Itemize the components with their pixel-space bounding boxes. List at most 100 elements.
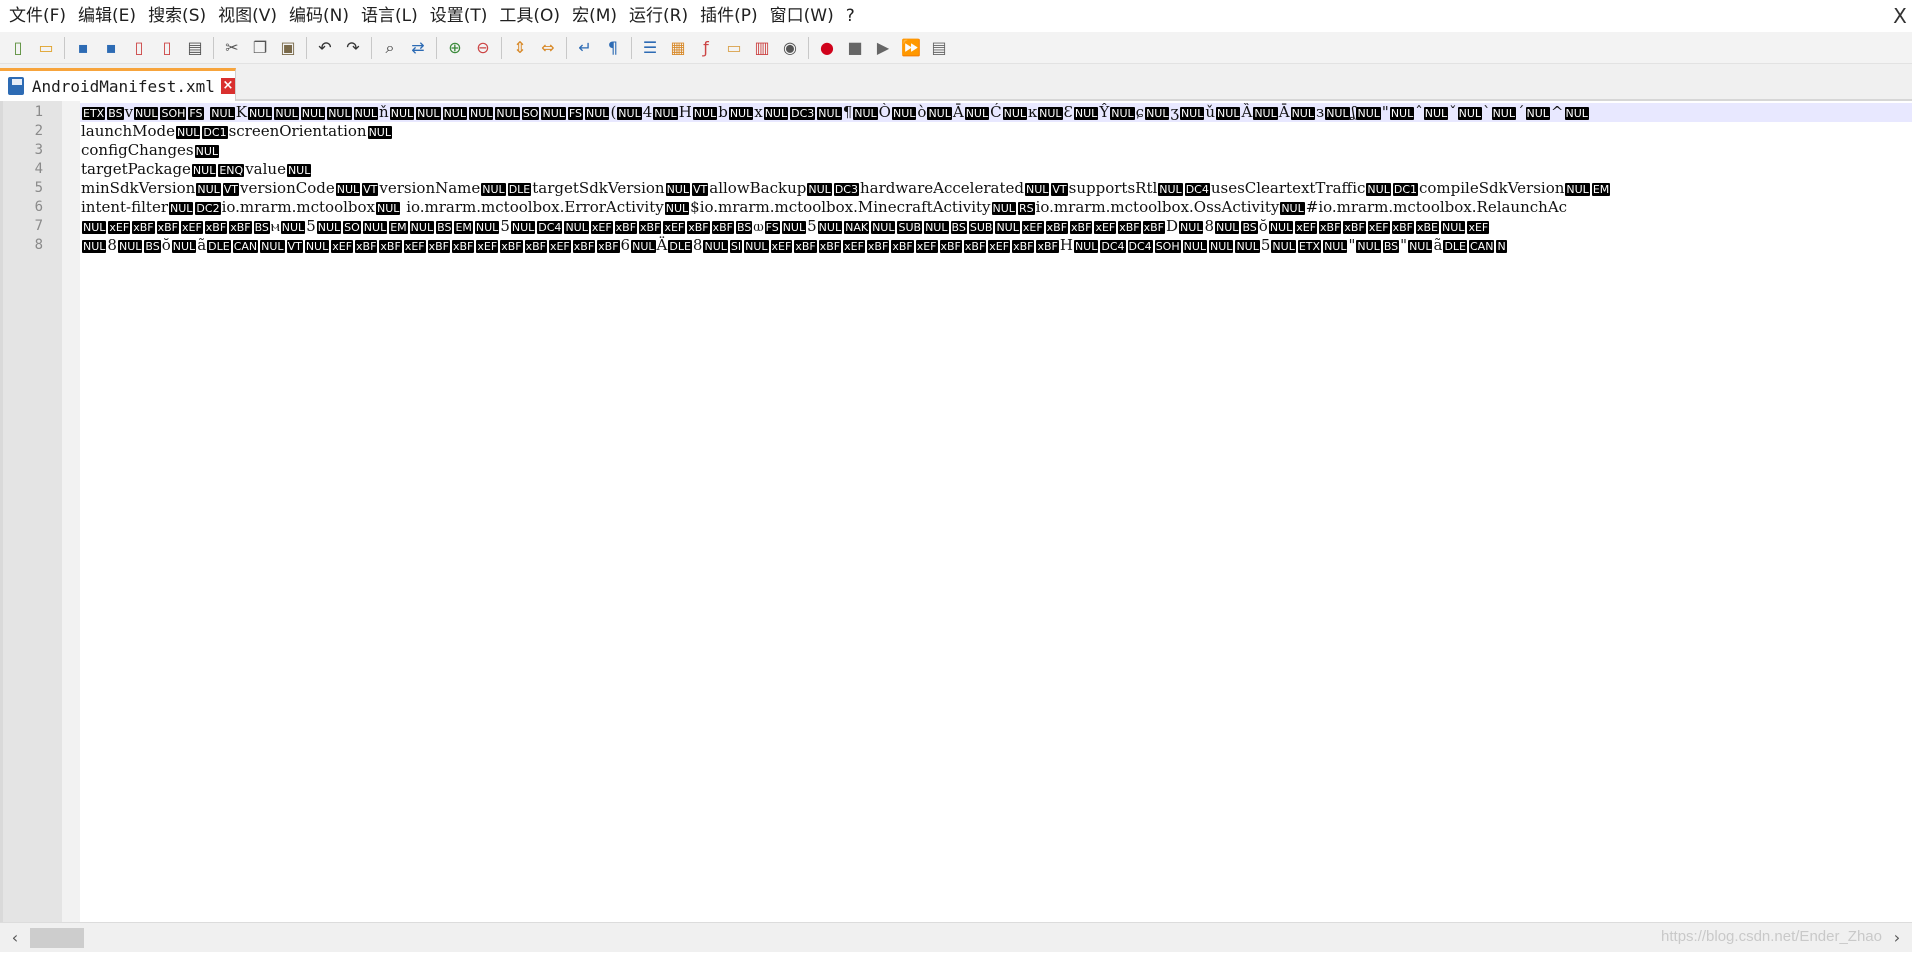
watermark: https://blog.csdn.net/Ender_Zhao [1661, 928, 1882, 945]
macro-record-icon[interactable]: ● [816, 37, 838, 59]
menu-item-8[interactable]: 宏(M) [567, 0, 622, 32]
macro-play-icon[interactable]: ▶ [872, 37, 894, 59]
menu-item-9[interactable]: 运行(R) [624, 0, 693, 32]
open-file-icon[interactable]: ▭ [35, 37, 57, 59]
menu-item-11[interactable]: 窗口(W) [765, 0, 839, 32]
control-char-token: NUL [1038, 107, 1063, 120]
control-char-token: VT [362, 183, 379, 196]
macro-run-multiple-icon[interactable]: ⏩ [900, 37, 922, 59]
code-line[interactable]: NUL xEF xBF xBF xEF xBF xBF BS ⲙ NUL 5 NUL SO NUL EM NU… [81, 217, 1912, 237]
code-line[interactable]: launchMode NUL DC1 screenOrientation NUL [81, 122, 1912, 142]
menu-item-2[interactable]: 搜索(S) [143, 0, 211, 32]
control-char-token: NUL [286, 164, 312, 177]
cut-icon[interactable]: ✂ [221, 37, 243, 59]
control-char-token: NAK [844, 221, 870, 234]
menu-item-5[interactable]: 语言(L) [356, 0, 423, 32]
doc-list-icon[interactable]: ▥ [751, 37, 773, 59]
menu-item-10[interactable]: 插件(P) [695, 0, 763, 32]
close-icon[interactable]: ▯ [128, 37, 150, 59]
line-number: 4 [34, 161, 43, 177]
control-char-token: xBF [818, 240, 842, 253]
code-line[interactable]: minSdkVersion NUL VT versionCode NUL VT versio… [81, 179, 1912, 199]
monitoring-icon[interactable]: ◉ [779, 37, 801, 59]
paste-icon[interactable]: ▣ [277, 37, 299, 59]
control-char-token: BS [1241, 221, 1258, 234]
control-char-token: DC1 [202, 126, 228, 139]
word-wrap-icon[interactable]: ↵ [574, 37, 596, 59]
zoom-in-icon[interactable]: ⊕ [444, 37, 466, 59]
code-line[interactable]: NUL 8 NUL BS ŏ NUL ã DLE CAN NUL VT NUL xEF xBF xBF xEF… [81, 236, 1912, 256]
tab-androidmanifest[interactable]: AndroidManifest.xml × [0, 68, 236, 101]
control-char-token: xBF [524, 240, 547, 253]
control-char-token: xBF [1142, 221, 1166, 234]
text-token: x [754, 103, 763, 121]
control-char-token: NUL [82, 240, 107, 253]
find-icon[interactable]: ⌕ [379, 37, 401, 59]
close-all-icon[interactable]: ▯ [156, 37, 178, 59]
macro-save-icon[interactable]: ▤ [928, 37, 950, 59]
control-char-token: xBF [1036, 240, 1059, 253]
control-char-token: NUL [442, 107, 467, 120]
control-char-token: NUL [353, 107, 379, 120]
save-icon[interactable]: ▪ [72, 37, 94, 59]
text-token: ò [917, 103, 927, 121]
menu-item-4[interactable]: 编码(N) [284, 0, 354, 32]
sync-vertical-icon[interactable]: ⇕ [509, 37, 531, 59]
menu-item-7[interactable]: 工具(O) [494, 0, 565, 32]
control-char-token: xBF [229, 221, 252, 234]
code-line[interactable]: intent-filter NUL DC2 io.mrarm.mctoolbox NUL… [81, 198, 1912, 218]
menu-item-1[interactable]: 编辑(E) [73, 0, 141, 32]
close-document-button[interactable]: X [1888, 0, 1912, 32]
folder-workspace-icon[interactable]: ▭ [723, 37, 745, 59]
control-char-token: NUL [781, 221, 807, 234]
menu-item-12[interactable]: ? [841, 0, 860, 32]
indent-guide-icon[interactable]: ☰ [639, 37, 661, 59]
control-char-token: NUL [247, 107, 273, 120]
editor[interactable]: 12345678 ETX BS v NUL SOH FS NUL K NUL NUL NUL NUL… [0, 101, 1912, 922]
zoom-out-icon[interactable]: ⊖ [472, 37, 494, 59]
text-token: 8 [1204, 217, 1215, 235]
scrollbar-thumb[interactable] [30, 928, 84, 948]
control-char-token: xBF [939, 240, 962, 253]
control-char-token: NUL [1423, 107, 1449, 120]
control-char-token: xBF [614, 221, 638, 234]
sync-horizontal-icon[interactable]: ⇔ [537, 37, 559, 59]
menu-item-3[interactable]: 视图(V) [213, 0, 282, 32]
scroll-left-icon[interactable]: ‹ [0, 923, 30, 953]
control-char-token: NUL [1408, 240, 1433, 253]
control-char-token: NUL [376, 202, 401, 215]
function-list-icon[interactable]: ƒ [695, 37, 717, 59]
macro-stop-icon[interactable]: ■ [844, 37, 866, 59]
code-line[interactable]: targetPackage NUL ENQ value NUL [81, 160, 1912, 180]
control-char-token: NUL [1565, 183, 1590, 196]
redo-icon[interactable]: ↷ [342, 37, 364, 59]
undo-icon[interactable]: ↶ [314, 37, 336, 59]
doc-map-icon[interactable]: ▦ [667, 37, 689, 59]
control-char-token: xBF [866, 240, 890, 253]
control-char-token: NUL [1110, 107, 1135, 120]
scroll-right-icon[interactable]: › [1882, 923, 1912, 953]
text-token: allowBackup [709, 179, 807, 197]
show-all-chars-icon[interactable]: ¶ [602, 37, 624, 59]
control-char-token: NUL [510, 221, 536, 234]
control-char-token: xBF [1070, 221, 1093, 234]
menu-item-0[interactable]: 文件(F) [4, 0, 71, 32]
copy-icon[interactable]: ❐ [249, 37, 271, 59]
control-char-token: DLE [507, 183, 532, 196]
menu-item-6[interactable]: 设置(T) [425, 0, 493, 32]
control-char-token: DC4 [1127, 240, 1153, 253]
control-char-token: NUL [327, 107, 352, 120]
code-line[interactable]: configChanges NUL [81, 141, 1912, 161]
control-char-token: N [1496, 240, 1507, 253]
control-char-token: NUL [1235, 240, 1260, 253]
print-icon[interactable]: ▤ [184, 37, 206, 59]
tab-close-icon[interactable]: × [220, 78, 235, 94]
save-all-icon[interactable]: ▪ [100, 37, 122, 59]
control-char-token: DLE [668, 240, 692, 253]
control-char-token: xEF [548, 240, 571, 253]
code-line[interactable]: ETX BS v NUL SOH FS NUL K NUL NUL NUL NUL NUL ň NUL NU… [81, 103, 1912, 123]
text-token: ⲱ [753, 217, 764, 235]
new-file-icon[interactable]: ▯ [7, 37, 29, 59]
horizontal-scrollbar[interactable]: ‹ › [0, 922, 1912, 952]
replace-icon[interactable]: ⇄ [407, 37, 429, 59]
